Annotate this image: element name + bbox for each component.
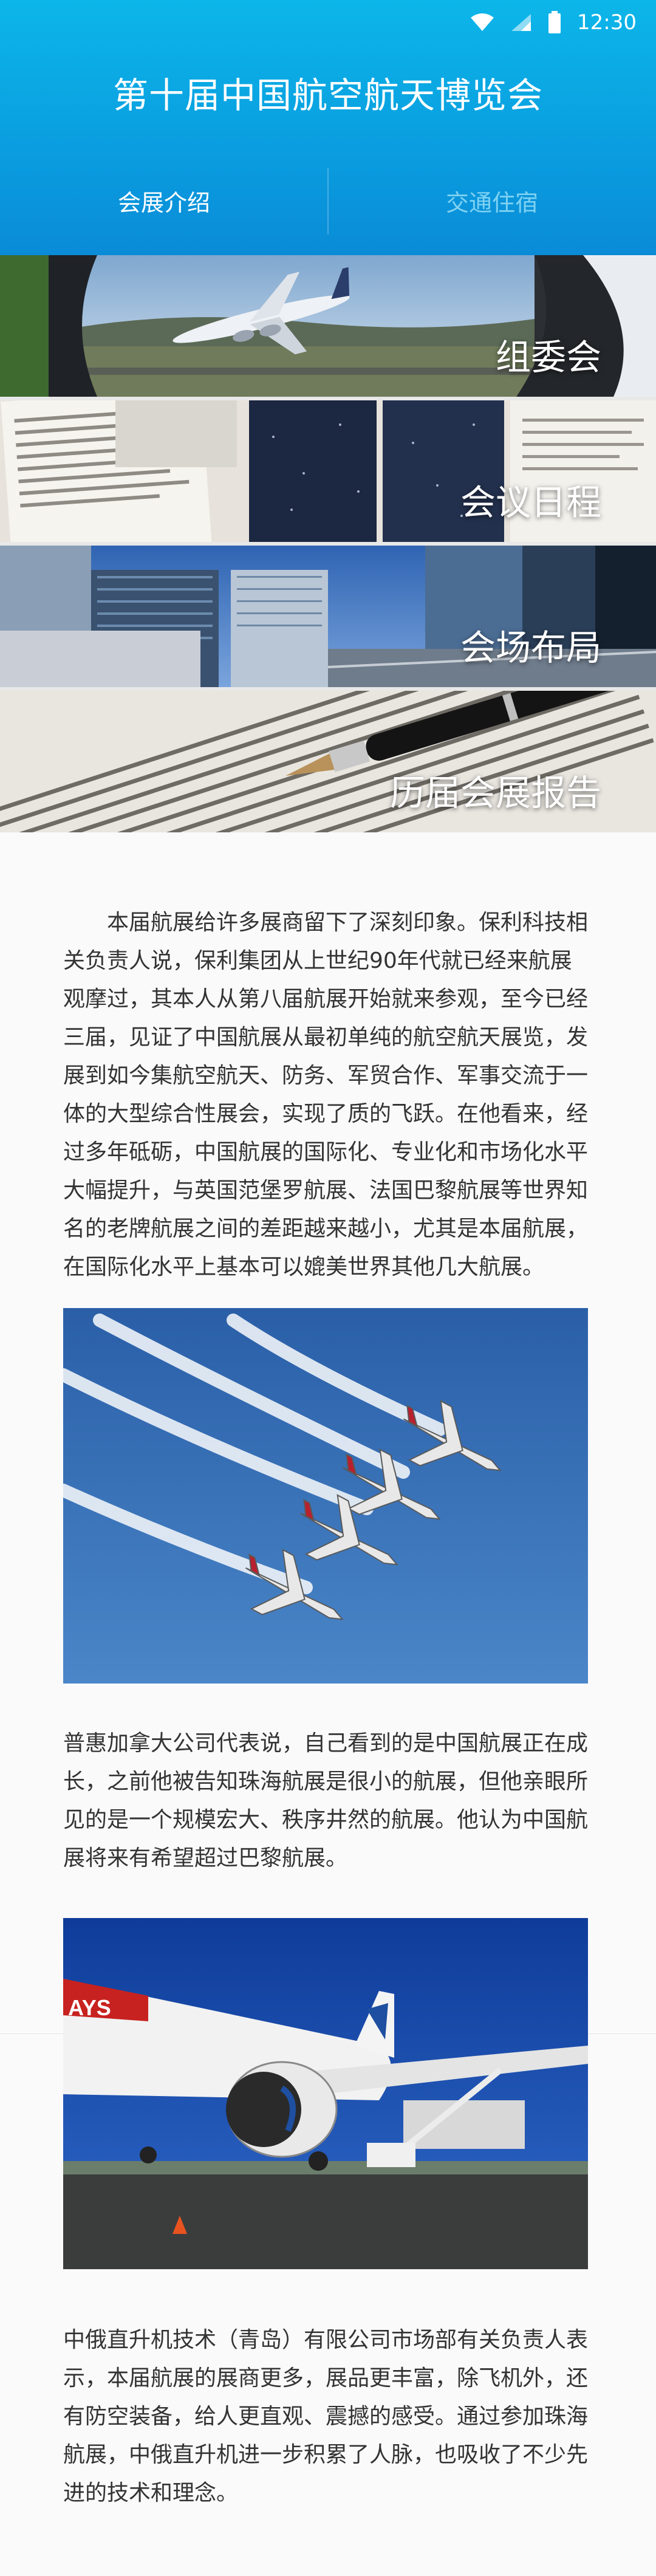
clock-time: 12:30	[577, 10, 637, 35]
banner-label: 历届会展报告	[389, 772, 601, 814]
page-title: 第十届中国航空航天博览会	[112, 75, 543, 116]
banner-past-reports[interactable]: 历届会展报告	[0, 691, 656, 832]
banner-label: 会议日程	[460, 482, 601, 523]
wifi-icon	[470, 13, 494, 32]
banner-label: 组委会	[495, 337, 601, 378]
signal-icon	[510, 13, 532, 32]
article-photo-jets	[63, 1308, 588, 1684]
tab-bar: 会展介绍 交通住宿	[0, 164, 656, 237]
banner-venue-layout[interactable]: 会场布局	[0, 546, 656, 687]
status-bar: 12:30	[0, 0, 656, 45]
tab-divider	[327, 168, 329, 235]
banner-label: 会场布局	[460, 627, 601, 668]
article-paragraph: 本届航展给许多展商留下了深刻印象。保利科技相关负责人说，保利集团从上世纪90年代…	[63, 910, 589, 1279]
battery-icon	[548, 11, 561, 34]
article-photo-airliner: AYS	[63, 1918, 588, 2269]
tab-transport-lodging[interactable]: 交通住宿	[328, 164, 656, 237]
article-paragraph: 普惠加拿大公司代表说，自己看到的是中国航展正在成长，之前他被告知珠海航展是很小的…	[63, 1731, 589, 1871]
article-paragraph: 中俄直升机技术（青岛）有限公司市场部有关负责人表示，本届航展的展商更多，展品更丰…	[63, 2328, 589, 2506]
tab-exhibition-intro[interactable]: 会展介绍	[0, 164, 328, 237]
app-header: 12:30 第十届中国航空航天博览会 会展介绍 交通住宿	[0, 0, 656, 255]
airline-livery-text: AYS	[68, 1995, 111, 2020]
banner-meeting-schedule[interactable]: 会议日程	[0, 400, 656, 542]
banner-organizing-committee[interactable]: 组委会	[0, 255, 656, 397]
